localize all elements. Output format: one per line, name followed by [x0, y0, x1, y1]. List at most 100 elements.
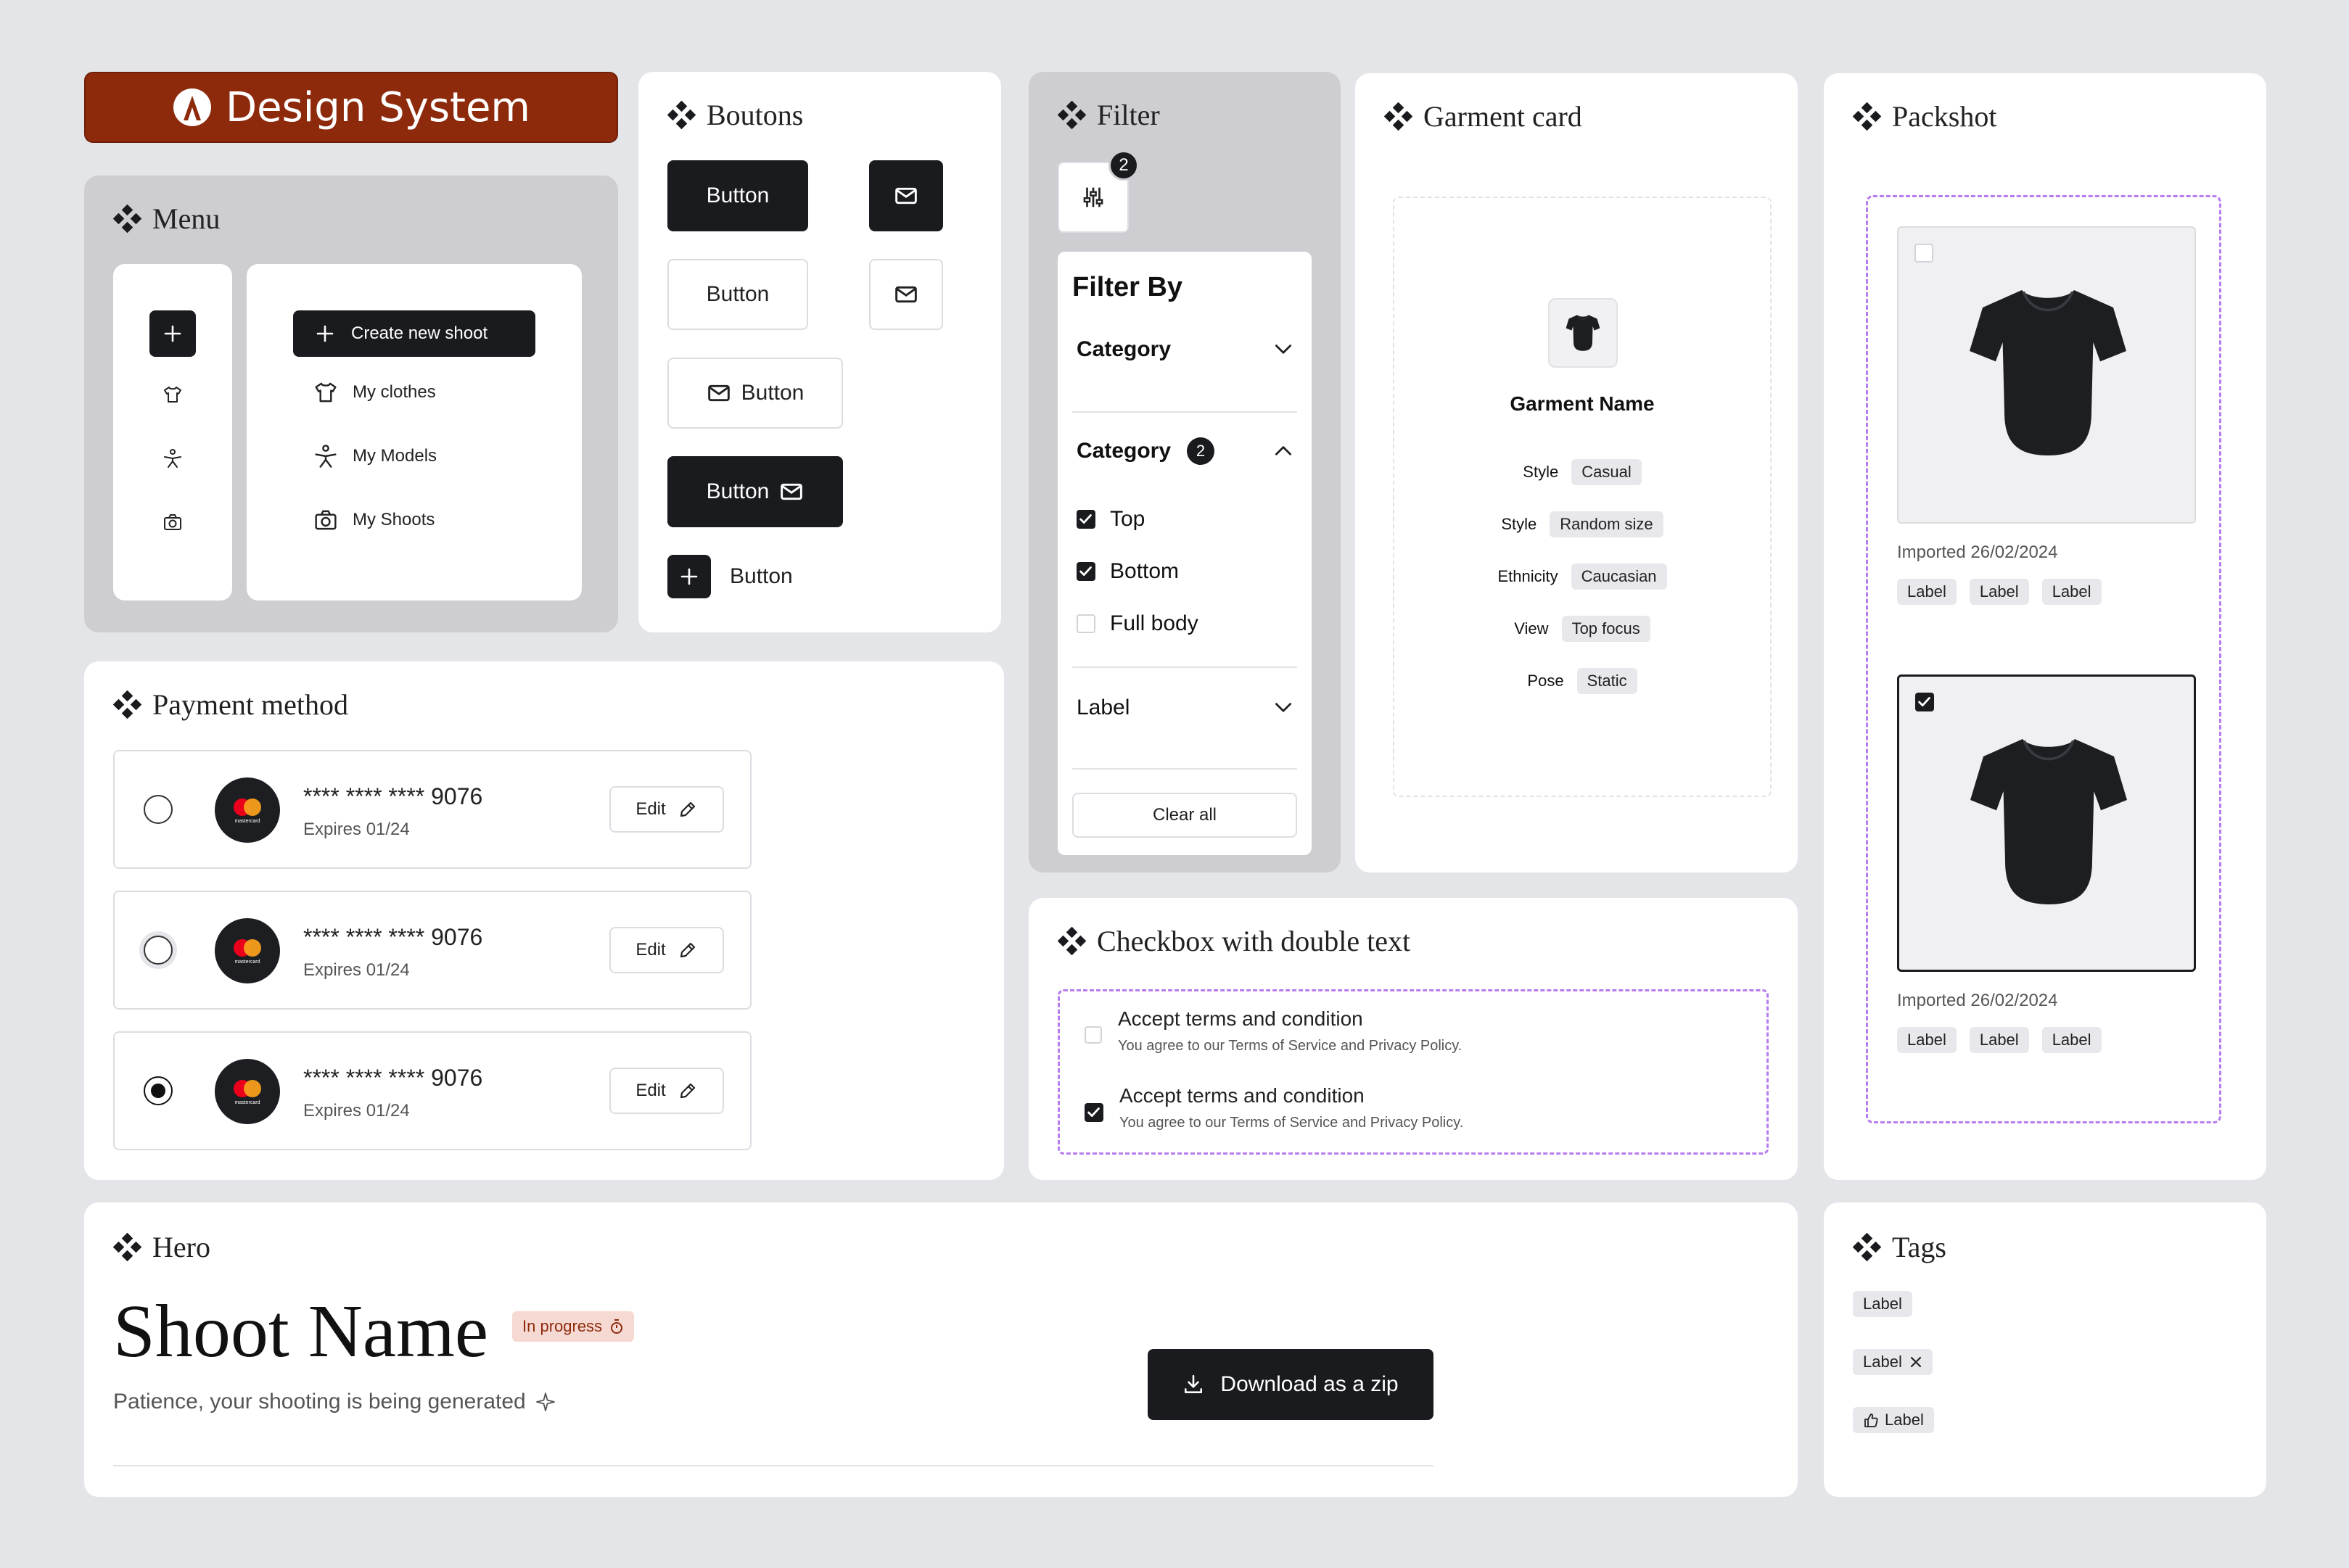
component-diamond-icon [667, 100, 696, 129]
tag-chip: Label [2041, 1027, 2102, 1053]
card-expiry: Expires 01/24 [303, 820, 410, 839]
tag-with-icon: Label [1853, 1407, 1934, 1433]
pencil-icon [680, 942, 695, 958]
garment-card-panel: Garment card Garment Name Style Casual S… [1355, 73, 1798, 872]
menu-icon-models[interactable] [163, 448, 183, 469]
packshot-checkbox-unchecked[interactable] [1914, 244, 1933, 263]
garment-attribute-row: Style Random size [1394, 511, 1770, 537]
mail-icon [895, 286, 917, 303]
filter-count-badge: 2 [1108, 150, 1139, 181]
close-icon[interactable] [1909, 1356, 1922, 1369]
tag-chip: Label [1897, 1027, 1957, 1053]
filter-option-top[interactable]: Top [1077, 507, 1145, 532]
menu-item-my-models[interactable]: My Models [313, 444, 437, 469]
garment-attribute-row: Style Casual [1394, 459, 1770, 485]
packshot-card-selected[interactable] [1897, 674, 2196, 972]
filter-option-bottom[interactable]: Bottom [1077, 559, 1179, 584]
mastercard-icon [234, 938, 261, 957]
secondary-button[interactable]: Button [667, 259, 808, 330]
packshot-date: Imported 26/02/2024 [1897, 542, 2058, 562]
radio-selected[interactable] [144, 1076, 173, 1105]
checkbox-checked[interactable] [1085, 1103, 1103, 1122]
filter-panel-title: Filter [1058, 98, 1160, 132]
divider [1072, 768, 1297, 769]
primary-button[interactable]: Button [667, 160, 808, 231]
tag-removable[interactable]: Label [1853, 1349, 1933, 1375]
mail-icon-button-dark[interactable] [869, 160, 943, 231]
tag-chip: Label [1969, 579, 2029, 605]
packshot-card[interactable] [1897, 226, 2196, 524]
packshot-labels: Label Label Label [1897, 579, 2102, 605]
chevron-up-icon [1275, 446, 1292, 455]
card-number: **** **** **** 9076 [303, 783, 483, 809]
checkbox-unchecked[interactable] [1077, 614, 1095, 633]
divider [1072, 667, 1297, 668]
packshot-checkbox-checked[interactable] [1915, 693, 1934, 711]
chevron-down-icon [1275, 344, 1292, 354]
menu-icon-shoots[interactable] [163, 512, 183, 532]
edit-card-button[interactable]: Edit [609, 1068, 724, 1114]
payment-card-option[interactable]: mastercard **** **** **** 9076 Expires 0… [113, 750, 752, 869]
menu-item-my-shoots[interactable]: My Shoots [313, 508, 435, 532]
checkbox-checked[interactable] [1077, 562, 1095, 581]
clear-all-button[interactable]: Clear all [1072, 793, 1297, 838]
tag-chip: Label [2041, 579, 2102, 605]
shirt-icon [164, 387, 181, 403]
payment-method-panel: Payment method mastercard **** **** ****… [84, 661, 1004, 1180]
mail-icon-button-light[interactable] [869, 259, 943, 330]
check-icon [1079, 514, 1092, 524]
filter-section-category-expanded[interactable]: Category 2 [1077, 437, 1294, 465]
thumbs-up-icon [1864, 1414, 1878, 1427]
filter-section-label[interactable]: Label [1077, 696, 1294, 720]
payment-card-option[interactable]: mastercard **** **** **** 9076 Expires 0… [113, 891, 752, 1010]
tshirt-icon [1566, 314, 1600, 352]
pencil-icon [680, 1083, 695, 1099]
menu-item-my-clothes[interactable]: My clothes [313, 380, 436, 405]
payment-card-option[interactable]: mastercard **** **** **** 9076 Expires 0… [113, 1031, 752, 1150]
card-number: **** **** **** 9076 [303, 1065, 483, 1091]
hero-subtitle: Patience, your shooting is being generat… [113, 1390, 556, 1414]
tag-chip: Label [1897, 579, 1957, 605]
filter-section-category-collapsed[interactable]: Category [1077, 337, 1294, 362]
radio-unselected[interactable] [144, 795, 173, 824]
radio-unselected[interactable] [144, 936, 173, 965]
packshot-panel: Packshot Imported 26/02/2024 Label Label… [1824, 73, 2266, 1180]
garment-thumbnail [1548, 298, 1618, 368]
sliders-icon [1083, 187, 1103, 207]
garment-panel-title: Garment card [1384, 99, 1582, 133]
garment-attribute-row: Ethnicity Caucasian [1394, 564, 1770, 590]
plus-icon [680, 568, 698, 585]
attribute-chip: Top focus [1561, 616, 1650, 642]
menu-icon-clothes[interactable] [163, 384, 183, 405]
icon-right-button[interactable]: Button [667, 456, 843, 527]
checkbox-double-item[interactable]: Accept terms and condition You agree to … [1085, 1007, 1462, 1055]
tags-panel-title: Tags [1853, 1230, 1946, 1264]
checkbox-label: Accept terms and condition [1119, 1084, 1365, 1107]
filter-option-full-body[interactable]: Full body [1077, 611, 1198, 636]
check-icon [1079, 566, 1092, 576]
hero-panel-title: Hero [113, 1230, 210, 1264]
icon-left-button[interactable]: Button [667, 358, 843, 429]
checkbox-unchecked[interactable] [1085, 1026, 1102, 1044]
component-diamond-icon [1058, 100, 1087, 129]
checkbox-checked[interactable] [1077, 510, 1095, 529]
status-badge: In progress [512, 1311, 635, 1342]
edit-card-button[interactable]: Edit [609, 927, 724, 973]
attribute-chip: Caucasian [1571, 564, 1667, 590]
checkbox-variants-frame: Accept terms and condition You agree to … [1058, 989, 1769, 1155]
create-new-shoot-button[interactable]: Create new shoot [293, 310, 535, 357]
tshirt-image [1969, 738, 2128, 906]
download-zip-button[interactable]: Download as a zip [1148, 1349, 1433, 1420]
mastercard-icon [234, 1079, 261, 1097]
component-diamond-icon [113, 690, 142, 719]
attribute-chip: Random size [1550, 511, 1663, 537]
add-button[interactable]: Button [667, 555, 793, 598]
component-diamond-icon [1853, 102, 1882, 131]
checkbox-double-item[interactable]: Accept terms and condition You agree to … [1085, 1084, 1463, 1131]
plus-icon [164, 325, 181, 342]
shirt-icon [315, 382, 337, 403]
create-shoot-icon-button[interactable] [149, 310, 196, 357]
garment-card[interactable]: Garment Name Style Casual Style Random s… [1393, 197, 1772, 797]
mail-icon [781, 483, 803, 500]
edit-card-button[interactable]: Edit [609, 786, 724, 833]
